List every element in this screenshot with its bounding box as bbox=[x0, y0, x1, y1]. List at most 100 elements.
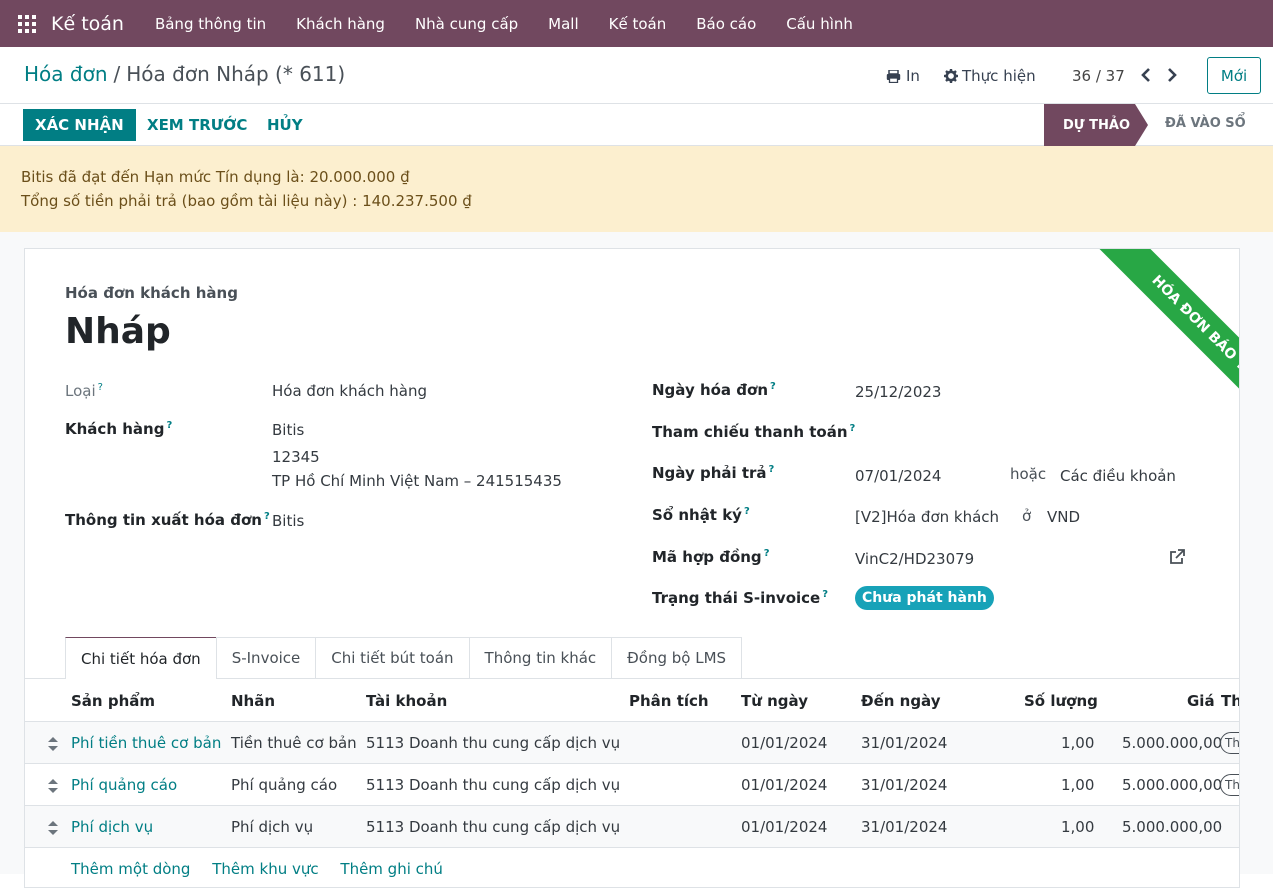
breadcrumb-parent-link[interactable]: Hóa đơn bbox=[24, 62, 108, 86]
stage-posted[interactable]: ĐÃ VÀO SỔ bbox=[1165, 116, 1246, 131]
contract-field[interactable]: VinC2/HD23079 bbox=[855, 550, 974, 568]
add-line-link[interactable]: Thêm một dòng bbox=[71, 860, 190, 878]
row-quantity[interactable]: 1,00 bbox=[1061, 776, 1094, 794]
menu-item-vendors[interactable]: Nhà cung cấp bbox=[415, 15, 518, 33]
help-icon[interactable]: ? bbox=[764, 548, 770, 559]
row-product[interactable]: Phí tiền thuê cơ bản bbox=[71, 734, 221, 752]
add-section-link[interactable]: Thêm khu vực bbox=[212, 860, 318, 878]
row-price[interactable]: 5.000.000,00 bbox=[1122, 776, 1222, 794]
print-button[interactable]: In bbox=[886, 67, 920, 85]
breadcrumb-separator: / bbox=[113, 62, 121, 86]
alert-line-total-due: Tổng số tiền phải trả (bao gồm tài liệu … bbox=[21, 192, 472, 210]
external-link-icon[interactable] bbox=[1168, 549, 1185, 566]
customer-address-line: 12345 bbox=[272, 448, 320, 466]
help-icon[interactable]: ? bbox=[744, 506, 750, 517]
billing-info-field[interactable]: Bitis bbox=[272, 512, 304, 530]
col-product[interactable]: Sản phẩm bbox=[71, 692, 155, 710]
row-label[interactable]: Phí dịch vụ bbox=[231, 818, 313, 836]
invoice-date-field[interactable]: 25/12/2023 bbox=[855, 383, 941, 401]
help-icon[interactable]: ? bbox=[166, 420, 172, 431]
row-account[interactable]: 5113 Doanh thu cung cấp dịch vụ bbox=[366, 776, 620, 794]
row-from-date[interactable]: 01/01/2024 bbox=[741, 776, 827, 794]
row-account[interactable]: 5113 Doanh thu cung cấp dịch vụ bbox=[366, 818, 620, 836]
col-to-date[interactable]: Đến ngày bbox=[861, 692, 941, 710]
menu-item-customers[interactable]: Khách hàng bbox=[296, 15, 385, 33]
pager-next-button[interactable] bbox=[1164, 66, 1180, 84]
tab-s-invoice[interactable]: S-Invoice bbox=[215, 637, 317, 678]
breadcrumb-current: Hóa đơn Nháp (* 611) bbox=[126, 62, 346, 86]
row-account[interactable]: 5113 Doanh thu cung cấp dịch vụ bbox=[366, 734, 620, 752]
payment-terms-field[interactable]: Các điều khoản bbox=[1060, 467, 1176, 485]
drag-handle-icon[interactable] bbox=[48, 737, 58, 751]
menu-item-accounting[interactable]: Kế toán bbox=[609, 15, 667, 33]
table-row[interactable]: Phí quảng cáo Phí quảng cáo 5113 Doanh t… bbox=[25, 764, 1239, 806]
new-button[interactable]: Mới bbox=[1207, 57, 1261, 94]
tab-journal-items[interactable]: Chi tiết bút toán bbox=[315, 637, 470, 678]
customer-label: Khách hàng? bbox=[65, 420, 173, 438]
stage-draft[interactable]: DỰ THẢO bbox=[1044, 104, 1148, 146]
print-icon bbox=[886, 70, 901, 83]
row-product[interactable]: Phí dịch vụ bbox=[71, 818, 153, 836]
preview-button[interactable]: XEM TRƯỚC bbox=[147, 109, 247, 141]
row-quantity[interactable]: 1,00 bbox=[1061, 818, 1094, 836]
pager-value[interactable]: 36 / 37 bbox=[1072, 67, 1125, 85]
row-to-date[interactable]: 31/01/2024 bbox=[861, 776, 947, 794]
row-price[interactable]: 5.000.000,00 bbox=[1122, 734, 1222, 752]
help-icon[interactable]: ? bbox=[769, 464, 775, 475]
currency-field[interactable]: VND bbox=[1047, 508, 1080, 526]
help-icon[interactable]: ? bbox=[98, 382, 103, 393]
help-icon[interactable]: ? bbox=[822, 589, 828, 600]
gear-icon bbox=[944, 69, 958, 83]
row-label[interactable]: Phí quảng cáo bbox=[231, 776, 337, 794]
menu-item-dashboard[interactable]: Bảng thông tin bbox=[155, 15, 266, 33]
row-to-date[interactable]: 31/01/2024 bbox=[861, 818, 947, 836]
help-icon[interactable]: ? bbox=[770, 381, 776, 392]
row-tax-tag[interactable]: Th bbox=[1220, 732, 1239, 754]
form-sheet: HÓA ĐƠN BÁO TRƯỚC Hóa đơn khách hàng Nhá… bbox=[24, 248, 1240, 888]
col-price[interactable]: Giá bbox=[1187, 692, 1215, 710]
menu-item-reports[interactable]: Báo cáo bbox=[696, 15, 756, 33]
col-from-date[interactable]: Từ ngày bbox=[741, 692, 808, 710]
row-from-date[interactable]: 01/01/2024 bbox=[741, 734, 827, 752]
or-text: hoặc bbox=[1010, 465, 1047, 483]
row-label[interactable]: Tiền thuê cơ bản bbox=[231, 734, 357, 752]
table-row[interactable]: Phí tiền thuê cơ bản Tiền thuê cơ bản 51… bbox=[25, 722, 1239, 764]
row-from-date[interactable]: 01/01/2024 bbox=[741, 818, 827, 836]
payment-reference-label: Tham chiếu thanh toán? bbox=[652, 423, 856, 441]
ribbon-proforma: HÓA ĐƠN BÁO TRƯỚC bbox=[1096, 249, 1239, 458]
pager-previous-button[interactable] bbox=[1138, 66, 1154, 84]
help-icon[interactable]: ? bbox=[850, 423, 856, 434]
journal-label: Sổ nhật ký? bbox=[652, 506, 750, 524]
row-price[interactable]: 5.000.000,00 bbox=[1122, 818, 1222, 836]
in-text: ở bbox=[1022, 507, 1032, 525]
col-analytic[interactable]: Phân tích bbox=[629, 692, 709, 710]
add-links: Thêm một dòng Thêm khu vực Thêm ghi chú bbox=[71, 860, 460, 878]
tab-invoice-lines[interactable]: Chi tiết hóa đơn bbox=[65, 637, 217, 679]
status-bar: XÁC NHẬN XEM TRƯỚC HỦY DỰ THẢO ĐÃ VÀO SỔ bbox=[0, 104, 1273, 146]
col-label[interactable]: Nhãn bbox=[231, 692, 275, 710]
tab-lms-sync[interactable]: Đồng bộ LMS bbox=[611, 637, 743, 678]
row-tax-tag[interactable]: Th bbox=[1220, 774, 1239, 796]
col-tax[interactable]: Th bbox=[1221, 692, 1239, 710]
cancel-button[interactable]: HỦY bbox=[267, 109, 303, 141]
col-quantity[interactable]: Số lượng bbox=[1024, 692, 1098, 710]
table-row[interactable]: Phí dịch vụ Phí dịch vụ 5113 Doanh thu c… bbox=[25, 806, 1239, 848]
drag-handle-icon[interactable] bbox=[48, 779, 58, 793]
customer-field[interactable]: Bitis bbox=[272, 421, 304, 439]
row-quantity[interactable]: 1,00 bbox=[1061, 734, 1094, 752]
menu-item-configuration[interactable]: Cấu hình bbox=[786, 15, 853, 33]
apps-grid-icon[interactable] bbox=[18, 14, 36, 33]
tab-other-info[interactable]: Thông tin khác bbox=[468, 637, 613, 678]
confirm-button[interactable]: XÁC NHẬN bbox=[23, 109, 136, 141]
add-note-link[interactable]: Thêm ghi chú bbox=[340, 860, 443, 878]
drag-handle-icon[interactable] bbox=[48, 821, 58, 835]
col-account[interactable]: Tài khoản bbox=[366, 692, 447, 710]
menu-item-mall[interactable]: Mall bbox=[548, 15, 578, 33]
journal-field[interactable]: [V2]Hóa đơn khách bbox=[855, 508, 999, 526]
row-to-date[interactable]: 31/01/2024 bbox=[861, 734, 947, 752]
help-icon[interactable]: ? bbox=[264, 511, 270, 522]
app-name[interactable]: Kế toán bbox=[51, 13, 124, 35]
action-button[interactable]: Thực hiện bbox=[944, 67, 1036, 85]
row-product[interactable]: Phí quảng cáo bbox=[71, 776, 177, 794]
due-date-field[interactable]: 07/01/2024 bbox=[855, 467, 941, 485]
